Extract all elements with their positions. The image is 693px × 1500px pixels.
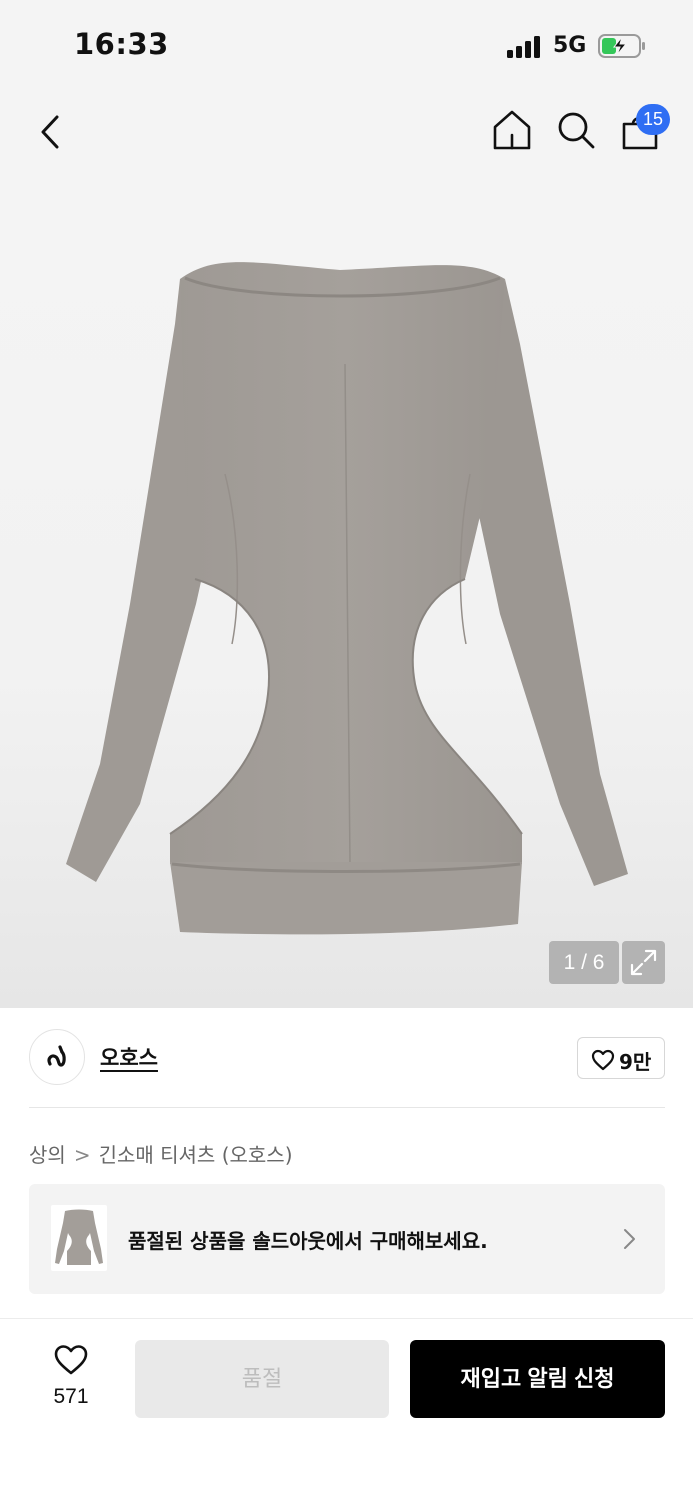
battery-icon (598, 34, 645, 58)
heart-icon (54, 1345, 88, 1375)
soldout-banner[interactable]: 품절된 상품을 솔드아웃에서 구매해보세요. (29, 1184, 665, 1294)
home-icon[interactable] (492, 109, 532, 151)
restock-alert-button[interactable]: 재입고 알림 신청 (410, 1340, 665, 1418)
divider (29, 1107, 665, 1108)
banner-thumbnail (51, 1205, 107, 1271)
banner-text: 품절된 상품을 솔드아웃에서 구매해보세요. (128, 1229, 488, 1253)
signal-icon (507, 36, 543, 58)
soldout-button[interactable]: 품절 (135, 1340, 389, 1418)
breadcrumb-category[interactable]: 상의 (29, 1143, 66, 1167)
bottom-bar-divider (0, 1318, 693, 1319)
brand-like-count: 9만 (619, 1050, 652, 1074)
chevron-right-icon (624, 1229, 635, 1249)
image-counter: 1 / 6 (549, 941, 619, 984)
expand-button[interactable] (622, 941, 665, 984)
product-image (66, 262, 628, 935)
product-image-gallery[interactable]: 1 / 6 (0, 174, 693, 1008)
brand-logo[interactable] (29, 1029, 85, 1085)
brand-logo-icon (47, 1045, 66, 1067)
breadcrumb: 상의 > 긴소매 티셔츠 (오호스) (29, 1139, 293, 1168)
brand-like-button[interactable]: 9만 (577, 1037, 665, 1079)
brand-name-link[interactable]: 오호스 (100, 1042, 158, 1072)
brand-row: 오호스 9만 (0, 1008, 693, 1108)
wishlist-button[interactable]: 571 (40, 1340, 102, 1420)
product-thumbnail-image (55, 1209, 103, 1265)
network-type: 5G (553, 33, 587, 58)
cart-count-badge: 15 (636, 104, 670, 135)
chevron-right-icon: > (73, 1143, 91, 1167)
wishlist-count: 571 (53, 1385, 89, 1408)
top-nav (0, 92, 693, 174)
status-bar: 16:33 5G (0, 0, 693, 92)
back-icon[interactable] (38, 114, 62, 150)
expand-icon (630, 949, 657, 976)
search-icon[interactable] (556, 110, 596, 150)
status-time: 16:33 (74, 27, 169, 61)
heart-icon (591, 1049, 615, 1071)
breadcrumb-subcategory[interactable]: 긴소매 티셔츠 (오호스) (99, 1143, 293, 1167)
